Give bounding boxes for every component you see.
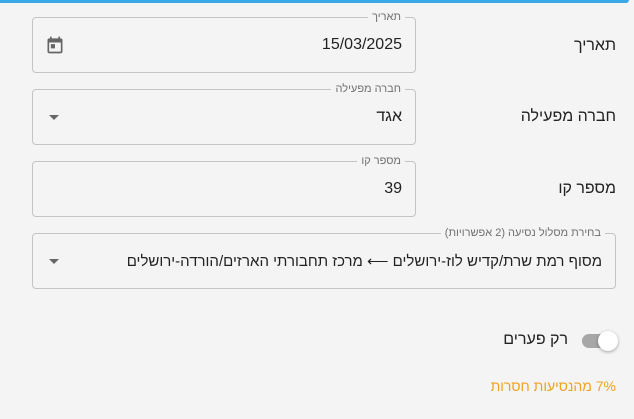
operator-row-label: חברה מפעילה (520, 108, 616, 125)
line-row-label: מספר קו (558, 180, 616, 197)
operator-value: אגד (376, 108, 402, 125)
date-field-floating-label: תאריך (368, 10, 405, 24)
line-number-value: 39 (384, 180, 402, 197)
route-select[interactable]: בחירת מסלול נסיעה (2 אפשרויות) מסוף רמת … (32, 226, 616, 289)
date-field[interactable]: תאריך 15/03/2025 (32, 10, 416, 73)
operator-field-floating-label: חברה מפעילה (331, 82, 405, 96)
operator-select[interactable]: חברה מפעילה אגד (32, 82, 416, 145)
date-row-label: תאריך (573, 37, 616, 54)
calendar-icon[interactable] (45, 35, 65, 55)
dropdown-caret-icon[interactable] (49, 115, 59, 120)
gaps-only-label: רק פערים (503, 331, 568, 348)
date-value: 15/03/2025 (321, 36, 402, 53)
dropdown-caret-icon[interactable] (49, 259, 59, 264)
line-number-input[interactable]: מספר קו 39 (32, 154, 416, 217)
route-field-floating-label: בחירת מסלול נסיעה (2 אפשרויות) (440, 226, 605, 240)
gaps-only-toggle[interactable] (581, 331, 618, 351)
route-value: מסוף רמת שרת/קדיש לוז-ירושלים ⟵ מרכז תחב… (126, 253, 602, 270)
missing-rides-status: 7% מהנסיעות חסרות (490, 378, 616, 394)
line-field-floating-label: מספר קו (357, 154, 405, 168)
top-accent-bar (0, 0, 629, 3)
toggle-thumb[interactable] (598, 331, 618, 351)
